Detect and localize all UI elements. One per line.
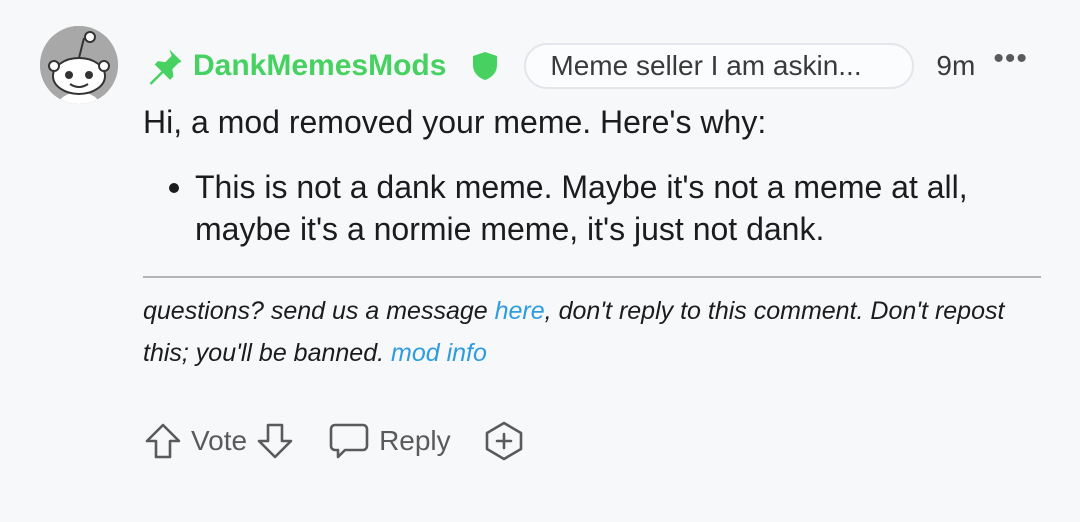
comment-header: DankMemesMods Meme seller I am askin... … [143, 42, 1043, 90]
comment-timestamp: 9m [936, 50, 976, 81]
author-username[interactable]: DankMemesMods [193, 49, 446, 83]
comment-intro: Hi, a mod removed your meme. Here's why: [143, 104, 767, 140]
pin-icon [143, 44, 187, 88]
message-here-link[interactable]: here [495, 297, 545, 325]
reply-label: Reply [379, 425, 451, 456]
reason-list: This is not a dank meme. Maybe it's not … [169, 166, 1025, 250]
reply-bubble-icon [329, 422, 369, 460]
comment-footnote: questions? send us a message here, don't… [143, 290, 1043, 374]
downvote-icon[interactable] [255, 421, 295, 461]
vote-label: Vote [191, 425, 248, 456]
avatar[interactable] [40, 26, 118, 104]
moderator-shield-icon [472, 51, 502, 81]
mod-info-link[interactable]: mod info [391, 339, 487, 367]
upvote-icon[interactable] [143, 421, 183, 461]
comment-actions: Vote Reply [143, 418, 525, 464]
list-item: This is not a dank meme. Maybe it's not … [169, 166, 1025, 250]
reply-button[interactable]: Reply [329, 422, 451, 460]
footnote-text: questions? send us a message [143, 297, 495, 325]
divider [143, 276, 1041, 278]
more-options-icon[interactable]: ••• [993, 44, 1028, 74]
award-icon[interactable] [483, 420, 525, 462]
snoo-avatar-icon [40, 26, 118, 104]
user-flair: Meme seller I am askin... [524, 43, 915, 89]
